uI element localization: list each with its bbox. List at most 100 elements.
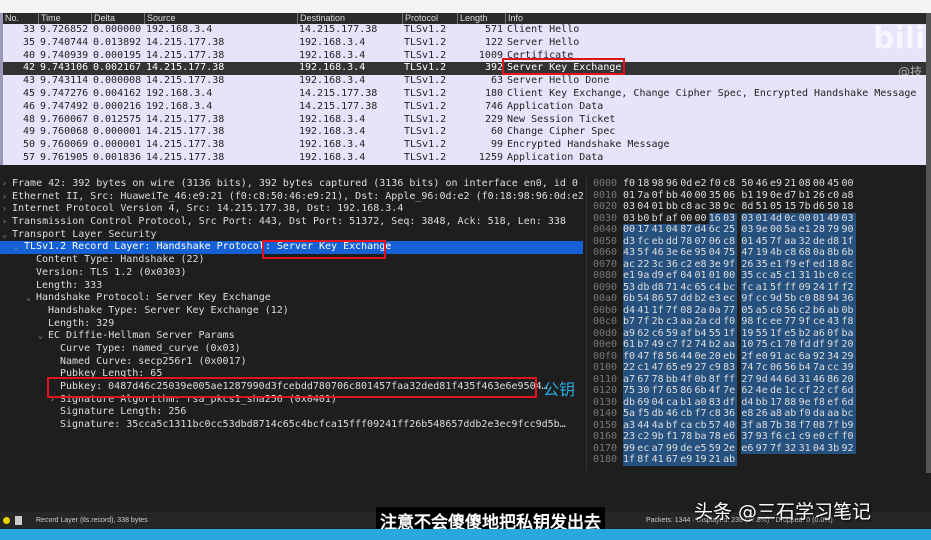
hex-line[interactable]: 00c0 b7 7f 2b c3 aa 2a cd f0 98 fc ee 77 9f ce 43 f8 — [587, 316, 926, 328]
expand-arrow-icon[interactable]: ⌄ — [2, 229, 12, 242]
hex-bytes: 43 5f 46 3e 6e 95 04 75 47 19 4b c8 68 0a 8b 6b — [623, 247, 856, 259]
expand-arrow-icon[interactable]: › — [2, 203, 12, 216]
hex-line[interactable]: 0160 23 c2 9b f1 78 ba 78 e6 37 93 f6 c1 c9 e0 cf f0 — [587, 431, 926, 443]
packet-row[interactable]: 45 9.747276 0.004162 192.168.3.4 14.215.177.… — [3, 88, 926, 101]
cell-time: 9.743114 — [40, 75, 89, 87]
hex-line[interactable]: 0130 db 69 04 ca b1 a0 83 df d4 bb 17 88 9e f8 ef 6d — [587, 396, 926, 408]
packet-row[interactable]: 40 9.740939 0.000195 14.215.177.38 192.168.3… — [3, 50, 926, 63]
hex-line[interactable]: 0110 a7 67 78 bb 4f 0b 8f ff 27 9d 44 6d 31 46 86 20 — [587, 373, 926, 385]
hex-line[interactable]: 0090 53 db d8 71 4c 65 c4 bc fc a1 5f ff 09 24 1f f2 — [587, 281, 926, 293]
packet-row[interactable]: 46 9.747492 0.000216 192.168.3.4 14.215.177.… — [3, 101, 926, 114]
hex-line[interactable]: 00a0 6b 54 86 57 dd b2 e3 ec 9f cc 9d 5b c0 88 94 36 — [587, 293, 926, 305]
cell-no: 40 — [22, 49, 35, 61]
hex-line[interactable]: 0050 d3 fc eb dd 78 07 06 c8 01 45 7f aa 32 de d8 1f — [587, 235, 926, 247]
packet-details-pane[interactable]: › Frame 42: 392 bytes on wire (3136 bits)… — [0, 178, 590, 470]
hex-line[interactable]: 0100 22 c1 47 65 e9 27 c9 83 74 7c 06 56 b4 7a cc 39 — [587, 362, 926, 374]
packet-row[interactable]: 35 9.740744 0.013892 14.215.177.38 192.168.3… — [3, 37, 926, 50]
cell-delta: 0.000000 — [93, 24, 142, 35]
detail-item[interactable]: Curve Type: named_curve (0x03) — [0, 343, 583, 356]
hex-bytes: a7 67 78 bb 4f 0b 8f ff 27 9d 44 6d 31 46 86 20 — [623, 373, 856, 385]
cell-proto: TLSv1.2 — [404, 126, 447, 138]
hex-line[interactable]: 0170 99 ec a7 99 de e5 59 2e e6 97 7f 32 31 04 3b 92 — [587, 442, 926, 454]
col-time[interactable]: Time — [38, 13, 61, 24]
col-length[interactable]: Length — [457, 13, 488, 24]
detail-item[interactable]: Length: 329 — [0, 318, 583, 331]
hex-line[interactable]: 0060 43 5f 46 3e 6e 95 04 75 47 19 4b c8 68 0a 8b 6b — [587, 247, 926, 259]
expand-arrow-icon[interactable]: › — [2, 191, 12, 204]
hex-line[interactable]: 0010 01 7a 0f bb 40 00 35 06 b1 19 0e d7 b1 26 c0 a8 — [587, 190, 926, 202]
col-destination[interactable]: Destination — [297, 13, 345, 24]
detail-item[interactable]: › Internet Protocol Version 4, Src: 14.21… — [0, 203, 583, 216]
cell-len: 1259 — [478, 151, 503, 163]
hex-line[interactable]: 0180 1f 8f 41 67 e9 19 21 ab — [587, 454, 926, 466]
expand-arrow-icon[interactable]: ⌄ — [26, 292, 36, 305]
detail-text: Transport Layer Security — [12, 228, 157, 240]
cell-dst: 192.168.3.4 — [299, 139, 366, 151]
detail-text: Signature: 35cca5c1311bc0cc53dbd8714c65c… — [60, 419, 566, 431]
col-source[interactable]: Source — [144, 13, 176, 24]
hex-line[interactable]: 00b0 d4 41 1f 7f 08 2a 0a 77 05 a5 c0 56 c2 b6 ab 0b — [587, 304, 926, 316]
hex-offset: 0000 — [593, 178, 618, 189]
cell-len: 571 — [484, 24, 503, 35]
hex-line[interactable]: 00f0 f0 47 f8 56 44 0e 20 eb 2f e0 91 ac 6a 92 34 29 — [587, 350, 926, 362]
status-field: Record Layer (tls.record), 338 bytes — [36, 517, 148, 524]
hex-bytes: 6b 54 86 57 dd b2 e3 ec 9f cc 9d 5b c0 88 94 36 — [623, 293, 856, 305]
hex-line[interactable]: 0020 03 04 01 bb c8 ac 38 9c 8d 51 05 15 7b d6 50 18 — [587, 201, 926, 213]
hex-line[interactable]: 00d0 a9 62 c6 59 af b4 55 1f 19 55 1f e5 b2 a6 0f ba — [587, 327, 926, 339]
cell-proto: TLSv1.2 — [404, 100, 447, 112]
packet-row[interactable]: 49 9.760068 0.000001 14.215.177.38 192.168.3… — [3, 126, 926, 139]
packet-row[interactable]: 33 9.726852 0.000000 192.168.3.4 14.215.177.… — [3, 24, 926, 37]
hex-bytes: 03 04 01 bb c8 ac 38 9c 8d 51 05 15 7b d6 50 18 — [623, 201, 854, 212]
detail-item[interactable]: Named Curve: secp256r1 (0x0017) — [0, 356, 583, 369]
hex-line[interactable]: 0080 e1 9a d9 ef 04 01 01 00 35 cc a5 c1 31 1b c0 cc — [587, 270, 926, 282]
col-info[interactable]: Info — [505, 13, 523, 24]
packet-row[interactable]: 50 9.760069 0.000001 14.215.177.38 192.168.3… — [3, 139, 926, 152]
expand-arrow-icon[interactable]: ⌄ — [38, 330, 48, 343]
packet-bytes-pane[interactable]: 0000 f0 18 98 96 0d e2 f0 c8 50 46 e9 21 08 00 45 00 0010… — [586, 178, 926, 470]
cell-no: 33 — [22, 24, 35, 35]
cell-no: 45 — [22, 87, 35, 99]
packet-row[interactable]: 48 9.760067 0.012575 14.215.177.38 192.168.3… — [3, 114, 926, 127]
col-no[interactable]: No. — [3, 13, 19, 24]
hex-line[interactable]: 0000 f0 18 98 96 0d e2 f0 c8 50 46 e9 21 08 00 45 00 — [587, 178, 926, 190]
capture-file-icon[interactable] — [15, 516, 22, 525]
detail-item[interactable]: Signature: 35cca5c1311bc0cc53dbd8714c65c… — [0, 419, 583, 432]
hex-line[interactable]: 0040 00 17 41 04 87 d4 6c 25 03 9e 00 5a e1 28 79 90 — [587, 224, 926, 236]
scrollbar[interactable] — [926, 13, 931, 473]
hex-offset: 00e0 — [593, 339, 618, 350]
cell-proto: TLSv1.2 — [404, 24, 447, 35]
detail-item[interactable]: Handshake Type: Server Key Exchange (12) — [0, 305, 583, 318]
detail-item[interactable]: Length: 333 — [0, 280, 583, 293]
detail-item[interactable]: › Transmission Control Protocol, Src Port… — [0, 216, 583, 229]
toutiao-watermark: 头条 @三石学习笔记 — [694, 501, 872, 523]
hex-line[interactable]: 0150 a3 44 4a bf ca cb 57 40 3f a8 7b 38 f7 08 7f b9 — [587, 419, 926, 431]
detail-item[interactable]: Version: TLS 1.2 (0x0303) — [0, 267, 583, 280]
cell-no: 35 — [22, 36, 35, 48]
expand-arrow-icon[interactable]: › — [2, 178, 12, 191]
detail-item[interactable]: ⌄ Handshake Protocol: Server Key Exchange — [0, 292, 583, 305]
hex-line[interactable]: 0030 03 b0 bf af 00 00 16 03 03 01 4d 0c 00 01 49 03 — [587, 212, 926, 224]
expert-info-icon[interactable] — [3, 517, 10, 524]
hex-line[interactable]: 00e0 61 b7 49 c7 f2 74 b2 aa 10 75 c1 70 fd df 9f 20 — [587, 339, 926, 351]
hex-line[interactable]: 0070 ac 22 3c 36 c2 e8 3e 9f 26 35 e1 f9 ef ed 18 8c — [587, 258, 926, 270]
packet-list[interactable]: No. Time Delta Source Destination Protoc… — [0, 13, 931, 165]
packet-row[interactable]: 42 9.743106 0.002167 14.215.177.38 192.168.3… — [3, 62, 926, 76]
cell-no: 49 — [22, 126, 35, 138]
packet-row[interactable]: 57 9.761905 0.001836 14.215.177.38 192.168.3… — [3, 152, 926, 165]
packet-row[interactable]: 43 9.743114 0.000008 14.215.177.38 192.168.3… — [3, 75, 926, 88]
hex-line[interactable]: 0140 5a f5 db 46 cb f7 c8 36 e8 26 a8 ab f0 da aa bc — [587, 408, 926, 420]
hex-bytes: 00 17 41 04 87 d4 6c 25 03 9e 00 5a e1 28 79 90 — [623, 224, 856, 236]
cell-delta: 0.012575 — [93, 113, 142, 125]
detail-item[interactable]: › Ethernet II, Src: HuaweiTe_46:e9:21 (f0… — [0, 191, 590, 204]
detail-item[interactable]: Signature Length: 256 — [0, 406, 583, 419]
hex-line[interactable]: 0120 75 30 f7 65 86 6b 4f 7e 62 4e de 1c cf 22 cf 6d — [587, 385, 926, 397]
detail-item[interactable]: › Frame 42: 392 bytes on wire (3136 bits)… — [0, 178, 583, 191]
expand-arrow-icon[interactable]: › — [2, 216, 12, 229]
detail-item[interactable]: ⌄ EC Diffie-Hellman Server Params — [0, 330, 583, 343]
cell-no: 42 — [22, 62, 35, 74]
col-protocol[interactable]: Protocol — [402, 13, 438, 24]
col-delta[interactable]: Delta — [91, 13, 115, 24]
cell-dst: 192.168.3.4 — [299, 75, 366, 87]
cell-dst: 14.215.177.38 — [299, 87, 378, 99]
expand-arrow-icon[interactable]: ⌄ — [14, 241, 24, 254]
